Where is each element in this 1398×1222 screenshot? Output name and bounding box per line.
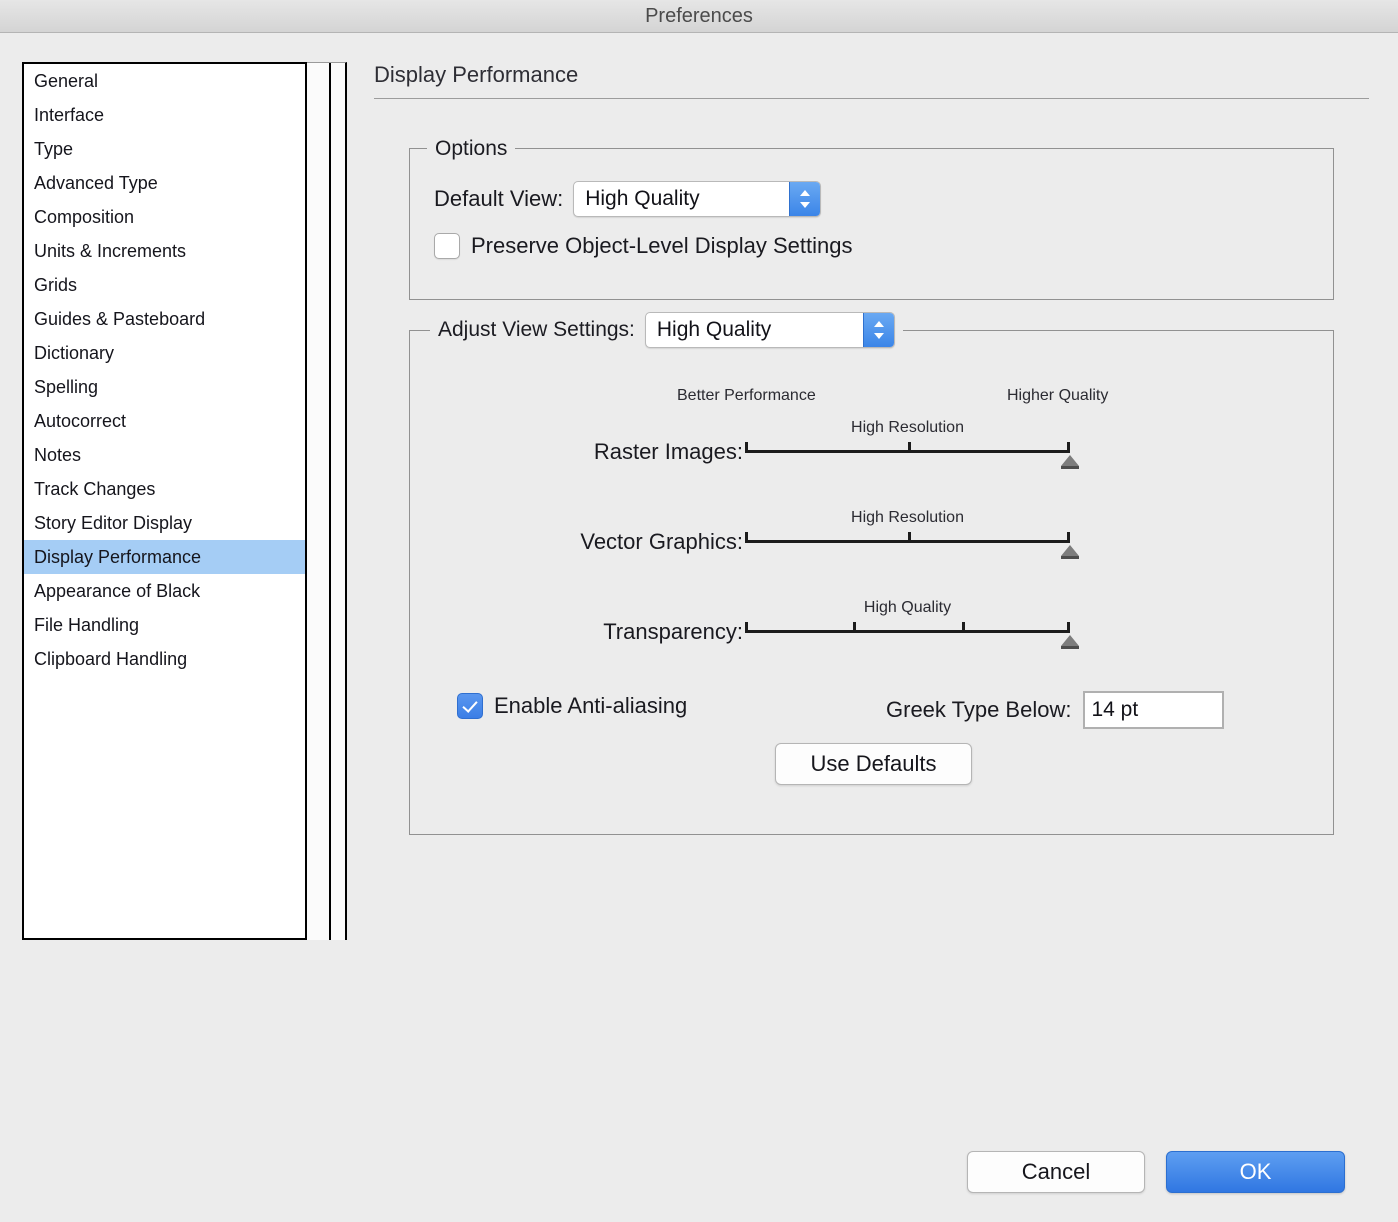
enable-anti-aliasing-checkbox[interactable] bbox=[457, 693, 483, 719]
greek-type-below-label: Greek Type Below: bbox=[886, 697, 1072, 722]
adjust-view-preset-dropdown[interactable]: High Quality bbox=[644, 312, 895, 348]
page-title: Display Performance bbox=[374, 62, 579, 87]
category-list-scrollbar[interactable] bbox=[307, 62, 347, 940]
scale-label-better-performance: Better Performance bbox=[677, 387, 816, 404]
preserve-object-level-label: Preserve Object-Level Display Settings bbox=[471, 233, 853, 258]
use-defaults-button[interactable]: Use Defaults bbox=[775, 743, 972, 785]
slider-tick bbox=[1067, 442, 1070, 453]
slider-tick bbox=[853, 622, 857, 633]
slider-label: Raster Images: bbox=[593, 439, 743, 464]
options-group: Options Default View: High Quality Prese… bbox=[409, 135, 1334, 300]
adjust-view-settings-group: Adjust View Settings: High Quality Bette… bbox=[409, 311, 1335, 835]
slider-tick bbox=[1067, 532, 1070, 543]
adjust-view-settings-legend: Adjust View Settings: High Quality bbox=[430, 311, 903, 349]
slider-tick bbox=[745, 532, 748, 543]
slider-row: Vector Graphics: High Resolution bbox=[410, 509, 1335, 569]
sidebar-item[interactable]: Guides & Pasteboard bbox=[24, 302, 305, 336]
enable-anti-aliasing-label: Enable Anti-aliasing bbox=[494, 693, 688, 718]
preferences-category-sidebar: General Interface Type Advanced Type Composi… bbox=[22, 62, 347, 940]
slider-track[interactable] bbox=[745, 442, 1070, 453]
chevron-up-down-icon[interactable] bbox=[862, 313, 894, 347]
sidebar-item[interactable]: Dictionary bbox=[24, 336, 305, 370]
slider-row: Transparency: High Quality bbox=[410, 599, 1335, 659]
default-view-dropdown[interactable]: High Quality bbox=[573, 181, 822, 217]
slider-tick bbox=[907, 442, 911, 453]
slider-label: Transparency: bbox=[603, 619, 743, 644]
enable-anti-aliasing-row[interactable]: Enable Anti-aliasing bbox=[457, 693, 687, 719]
window-title: Preferences bbox=[645, 5, 753, 27]
slider-value-caption: High Resolution bbox=[851, 419, 964, 436]
adjust-view-settings-label: Adjust View Settings: bbox=[438, 318, 635, 341]
preserve-object-level-checkbox[interactable] bbox=[434, 233, 460, 259]
sidebar-item[interactable]: Advanced Type bbox=[24, 166, 305, 200]
panel-title-divider bbox=[374, 98, 1369, 99]
scale-label-higher-quality: Higher Quality bbox=[1007, 387, 1109, 404]
sidebar-item[interactable]: General bbox=[24, 64, 305, 98]
slider-tick bbox=[745, 442, 748, 453]
ok-button[interactable]: OK bbox=[1166, 1151, 1345, 1193]
sidebar-item[interactable]: File Handling bbox=[24, 608, 305, 642]
sidebar-item[interactable]: Notes bbox=[24, 438, 305, 472]
category-list[interactable]: General Interface Type Advanced Type Composi… bbox=[22, 62, 307, 940]
sidebar-item[interactable]: Autocorrect bbox=[24, 404, 305, 438]
sidebar-item[interactable]: Display Performance bbox=[24, 540, 305, 574]
adjust-view-preset-value: High Quality bbox=[656, 318, 772, 341]
cancel-button[interactable]: Cancel bbox=[967, 1151, 1145, 1193]
slider-track[interactable] bbox=[745, 622, 1070, 633]
default-view-label: Default View: bbox=[434, 186, 564, 211]
sidebar-item[interactable]: Type bbox=[24, 132, 305, 166]
chevron-up-down-icon[interactable] bbox=[789, 182, 821, 216]
window-titlebar: Preferences bbox=[0, 0, 1398, 33]
slider-thumb[interactable] bbox=[1061, 635, 1079, 649]
slider-thumb[interactable] bbox=[1061, 545, 1079, 559]
sidebar-item[interactable]: Story Editor Display bbox=[24, 506, 305, 540]
greek-type-below-row: Greek Type Below: 14 pt bbox=[886, 691, 1225, 729]
default-view-value: High Quality bbox=[585, 187, 700, 210]
sidebar-item[interactable]: Grids bbox=[24, 268, 305, 302]
slider-track[interactable] bbox=[745, 532, 1070, 543]
options-group-legend: Options bbox=[427, 135, 516, 162]
slider-tick bbox=[745, 622, 748, 633]
slider-value-caption: High Resolution bbox=[851, 509, 964, 526]
sidebar-item[interactable]: Composition bbox=[24, 200, 305, 234]
sidebar-item[interactable]: Appearance of Black bbox=[24, 574, 305, 608]
sidebar-item[interactable]: Interface bbox=[24, 98, 305, 132]
default-view-row: Default View: High Quality bbox=[434, 181, 822, 217]
category-list-scrollbar-track[interactable] bbox=[307, 63, 331, 940]
preserve-object-level-row[interactable]: Preserve Object-Level Display Settings bbox=[434, 233, 853, 259]
display-performance-panel: Display Performance bbox=[374, 62, 1374, 99]
slider-tick bbox=[907, 532, 911, 543]
sidebar-item[interactable]: Spelling bbox=[24, 370, 305, 404]
greek-type-below-input[interactable]: 14 pt bbox=[1083, 691, 1225, 729]
slider-row: Raster Images: High Resolution bbox=[410, 419, 1335, 479]
sidebar-item[interactable]: Units & Increments bbox=[24, 234, 305, 268]
slider-label: Vector Graphics: bbox=[580, 529, 743, 554]
sidebar-item[interactable]: Track Changes bbox=[24, 472, 305, 506]
slider-thumb[interactable] bbox=[1061, 455, 1079, 469]
sidebar-item[interactable]: Clipboard Handling bbox=[24, 642, 305, 676]
slider-value-caption: High Quality bbox=[863, 599, 952, 616]
slider-tick bbox=[1067, 622, 1070, 633]
slider-tick bbox=[961, 622, 965, 633]
